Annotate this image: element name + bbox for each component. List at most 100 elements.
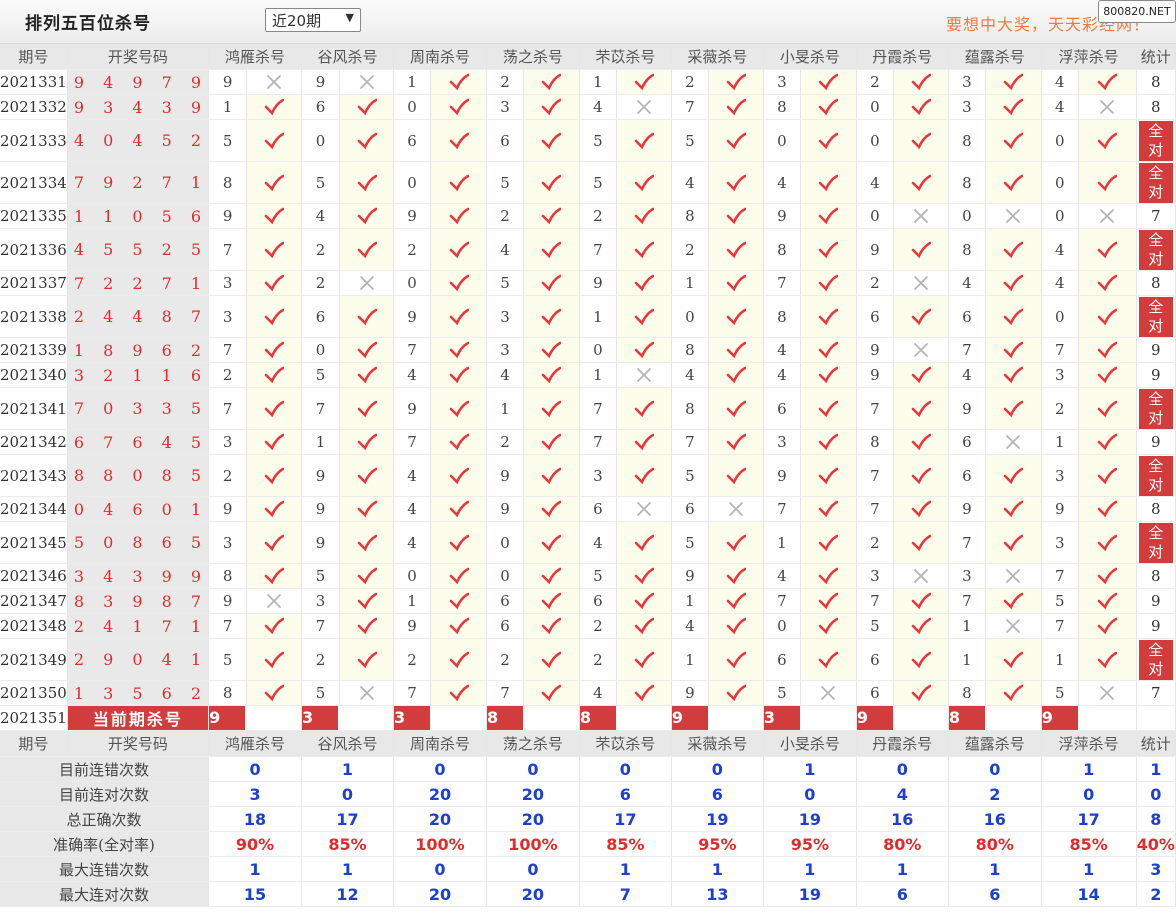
check-icon (357, 433, 377, 451)
kill-number: 4 (486, 228, 525, 271)
kill-number: 5 (579, 119, 618, 162)
hit-mark (339, 228, 394, 271)
check-icon (357, 366, 377, 384)
summary-value: 20 (486, 806, 580, 832)
kill-number: 3 (208, 429, 248, 455)
hit-mark (1078, 429, 1137, 455)
current-kill-number: 8 (948, 706, 985, 730)
summary-value: 12 (301, 881, 394, 907)
hit-mark (893, 613, 949, 639)
check-icon (1097, 534, 1118, 551)
draw-number: 8 8 0 8 5 (67, 454, 210, 497)
kill-number: 7 (763, 270, 801, 296)
hit-mark (708, 337, 764, 363)
draw-number: 1 8 9 6 2 (67, 337, 210, 363)
kill-number: 6 (301, 295, 341, 338)
kill-number: 3 (856, 563, 894, 589)
kill-number: 1 (1041, 638, 1079, 681)
hit-mark (616, 119, 672, 162)
hit-mark (893, 521, 949, 564)
hit-mark (985, 613, 1042, 639)
check-icon (634, 132, 654, 149)
column-header-draw: 开奖号码 (67, 44, 210, 70)
hit-mark (1078, 387, 1137, 430)
kill-number: 9 (1041, 496, 1079, 522)
check-icon (1004, 467, 1024, 484)
kill-number: 3 (763, 69, 801, 95)
summary-row: 最大连对次数 15 12 20 20 7 13 19 6 6 14 2 (0, 881, 1176, 907)
hit-mark (800, 521, 857, 564)
hit-mark (339, 429, 394, 455)
draw-number: 2 4 4 8 7 (67, 295, 210, 338)
cross-icon (637, 502, 651, 516)
table-row: 2021349 2 9 0 4 15 2 2 2 2 1 6 6 1 1 全对 (0, 638, 1176, 681)
summary-row: 目前连错次数 0 1 0 0 0 0 1 0 0 1 1 (0, 756, 1176, 782)
hit-mark (616, 228, 672, 271)
check-icon (911, 534, 931, 551)
hit-mark (800, 161, 857, 204)
hit-mark (800, 337, 857, 363)
check-icon (1004, 366, 1024, 384)
check-icon (911, 308, 931, 325)
summary-column-header-expert-8: 蕴露杀号 (948, 730, 1042, 757)
kill-number: 0 (301, 337, 341, 363)
kill-number: 8 (763, 295, 801, 338)
summary-row: 准确率(全对率) 90% 85% 100% 100% 85% 95% 95% 80% 80% 85%… (0, 831, 1176, 857)
check-icon (357, 467, 377, 484)
hit-mark (339, 454, 394, 497)
hit-mark (893, 295, 949, 338)
kill-number: 9 (856, 228, 894, 271)
summary-value: 0 (393, 856, 487, 882)
check-icon (1004, 500, 1024, 518)
kill-number: 9 (579, 270, 618, 296)
hit-mark (339, 69, 394, 95)
column-header-expert-5: 采薇杀号 (671, 44, 764, 70)
check-icon (357, 617, 377, 635)
kill-number: 6 (671, 496, 710, 522)
hit-mark (616, 387, 672, 430)
check-icon (819, 132, 839, 149)
kill-number: 6 (856, 295, 894, 338)
kill-number: 8 (948, 119, 986, 162)
kill-number: 8 (948, 228, 986, 271)
hit-mark (893, 588, 949, 614)
period-select[interactable]: 近20期 ▼ (265, 8, 361, 32)
hit-mark (800, 94, 857, 120)
kill-number: 0 (301, 119, 341, 162)
check-icon (634, 651, 654, 668)
kill-number: 4 (1041, 94, 1079, 120)
check-icon (542, 341, 562, 359)
kill-number: 2 (393, 638, 432, 681)
kill-number: 5 (301, 563, 341, 589)
draw-number: 1 3 5 6 2 (67, 680, 210, 706)
check-icon (911, 98, 931, 116)
column-header-expert-8: 蕴露杀号 (948, 44, 1042, 70)
cross-icon (1006, 569, 1021, 583)
current-kill-number: 9 (1041, 706, 1078, 730)
current-kill-number: 3 (302, 706, 338, 730)
period-cell: 2021332 (0, 94, 68, 120)
check-icon (449, 467, 469, 484)
check-icon (449, 651, 469, 668)
period-cell: 2021344 (0, 496, 68, 522)
current-kill-cell: 8 (948, 705, 1042, 731)
kill-number: 1 (393, 69, 432, 95)
stat-cell: 9 (1136, 337, 1176, 363)
check-icon (1097, 567, 1118, 585)
hit-mark (339, 613, 394, 639)
summary-value: 1 (671, 856, 764, 882)
hit-mark (985, 521, 1042, 564)
summary-value: 1 (948, 856, 1042, 882)
period-cell: 2021336 (0, 228, 68, 271)
all-correct-badge: 全对 (1138, 455, 1173, 496)
kill-number: 6 (301, 94, 341, 120)
hit-mark (430, 94, 487, 120)
check-icon (1097, 366, 1118, 384)
stat-cell: 9 (1136, 362, 1176, 388)
summary-value: 95% (763, 831, 857, 857)
hit-mark (246, 362, 302, 388)
hit-mark (523, 563, 580, 589)
hit-mark (893, 680, 949, 706)
check-icon (819, 366, 839, 384)
check-icon (264, 433, 285, 451)
